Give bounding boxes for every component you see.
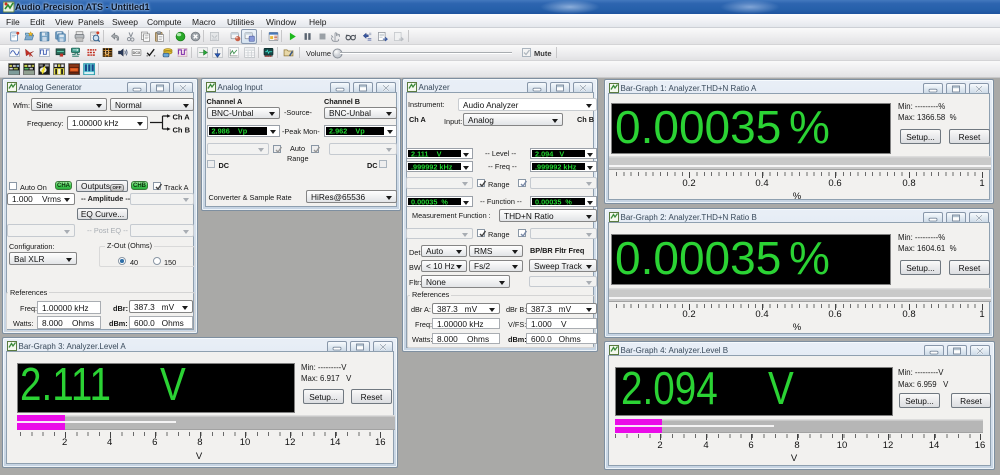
svg-text:Ch A: Ch A	[173, 112, 191, 121]
svg-text:DCX: DCX	[133, 51, 141, 55]
svg-text:Ch B: Ch B	[173, 125, 191, 134]
